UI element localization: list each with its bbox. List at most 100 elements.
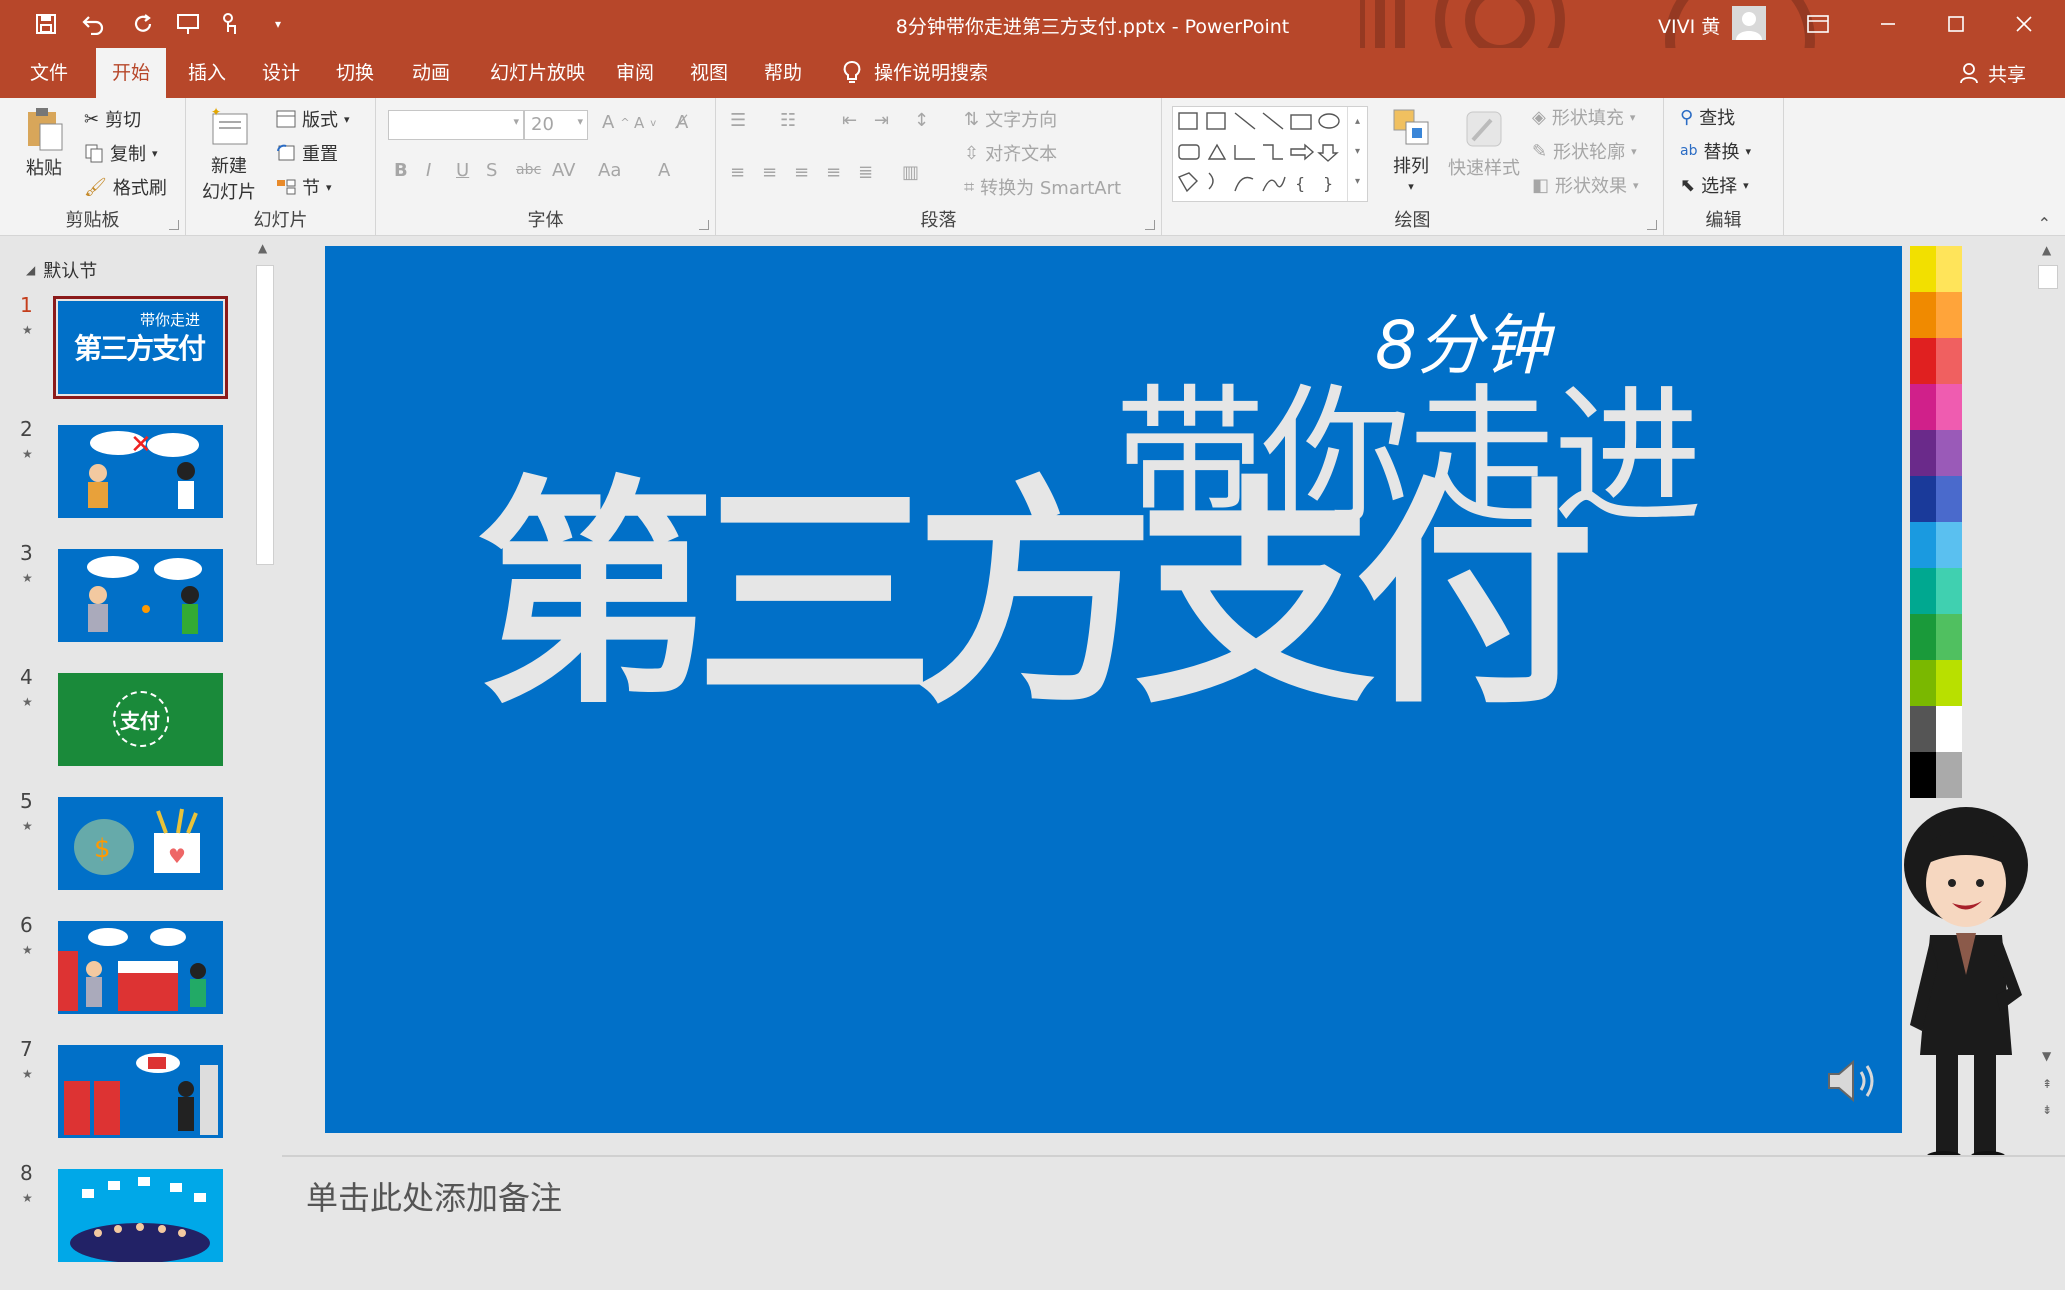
section-button[interactable]: 节 ▾ — [276, 174, 332, 200]
tab-slideshow[interactable]: 幻灯片放映 — [474, 48, 601, 98]
tab-file[interactable]: 文件 — [14, 48, 84, 98]
distributed-icon[interactable]: ≣ — [858, 162, 873, 183]
columns-icon[interactable]: ▥ — [902, 162, 919, 183]
thumb-illustration — [70, 1177, 210, 1262]
clipboard-launcher-icon[interactable] — [169, 220, 179, 230]
tab-help[interactable]: 帮助 — [748, 48, 818, 98]
character-spacing-icon[interactable]: AV — [552, 160, 575, 181]
find-button[interactable]: ⚲ 查找 — [1680, 104, 1735, 130]
slide-thumbnail-5[interactable]: $ ♥ — [58, 797, 223, 890]
layout-button[interactable]: 版式 ▾ — [276, 106, 350, 132]
line-spacing-icon[interactable]: ↕ — [914, 110, 929, 131]
center-icon[interactable]: ≡ — [762, 162, 777, 183]
speaker-icon[interactable] — [1825, 1056, 1881, 1106]
format-painter-button[interactable]: 🖌 格式刷 — [84, 174, 167, 200]
slide-thumbnail-6[interactable] — [58, 921, 223, 1014]
thumbnail-scrollbar[interactable]: ▲ — [252, 237, 278, 1290]
new-slide-button[interactable]: ✦ 新建 幻灯片 — [202, 106, 256, 204]
decrease-indent-icon[interactable]: ⇤ — [842, 110, 857, 131]
shadow-icon[interactable]: S — [486, 160, 497, 181]
scroll-down-icon[interactable]: ▼ — [2042, 1049, 2051, 1063]
arrange-button[interactable]: 排列 ▾ — [1390, 106, 1432, 193]
font-launcher-icon[interactable] — [699, 220, 709, 230]
section-header[interactable]: ◢ 默认节 — [26, 257, 97, 283]
shape-fill-button[interactable]: ◈ 形状填充 ▾ — [1532, 104, 1635, 130]
paragraph-launcher-icon[interactable] — [1145, 220, 1155, 230]
shapes-gallery[interactable]: {} ▴ ▾ ▾ — [1172, 106, 1368, 202]
justify-icon[interactable]: ≡ — [826, 162, 841, 183]
drawing-launcher-icon[interactable] — [1647, 220, 1657, 230]
close-icon[interactable] — [1996, 6, 2052, 42]
increase-indent-icon[interactable]: ⇥ — [874, 110, 889, 131]
notes-placeholder[interactable]: 单击此处添加备注 — [306, 1173, 562, 1219]
tab-review[interactable]: 审阅 — [600, 48, 670, 98]
animation-star-icon: ★ — [22, 447, 33, 461]
strikethrough-icon[interactable]: abc — [516, 162, 541, 178]
copy-button[interactable]: 复制 ▾ — [84, 140, 158, 166]
next-slide-icon[interactable]: ⇟ — [2042, 1103, 2052, 1117]
replace-button[interactable]: ab 替换 ▾ — [1680, 138, 1751, 164]
new-slide-label-2: 幻灯片 — [202, 182, 256, 203]
copy-label: 复制 — [110, 144, 146, 165]
ribbon-display-options-icon[interactable] — [1790, 6, 1846, 42]
grow-font-icon[interactable]: A ^ — [602, 112, 630, 133]
tab-home[interactable]: 开始 — [96, 48, 167, 98]
shrink-font-icon[interactable]: Av — [634, 114, 656, 132]
font-color-icon[interactable]: A — [658, 160, 670, 181]
convert-smartart-button[interactable]: ⌗ 转换为 SmartArt — [964, 174, 1121, 200]
tab-view[interactable]: 视图 — [674, 48, 744, 98]
bold-icon[interactable]: B — [394, 160, 408, 181]
text-direction-button[interactable]: ⇅ 文字方向 — [964, 106, 1057, 132]
current-slide[interactable]: 8分钟 带你走进 第三方支付 — [325, 246, 1902, 1133]
user-name[interactable]: VIVI 黄 — [1658, 12, 1720, 39]
reset-button[interactable]: 重置 — [276, 140, 338, 166]
previous-slide-icon[interactable]: ⇞ — [2042, 1077, 2052, 1091]
maximize-icon[interactable] — [1928, 6, 1984, 42]
scrollbar-thumb[interactable] — [2038, 265, 2058, 289]
collapse-ribbon-icon[interactable]: ⌃ — [2038, 214, 2051, 233]
shape-outline-button[interactable]: ✎ 形状轮廓 ▾ — [1532, 138, 1637, 164]
font-name-combo[interactable]: ▾ — [388, 110, 524, 140]
align-right-icon[interactable]: ≡ — [794, 162, 809, 183]
slide-thumbnail-7[interactable] — [58, 1045, 223, 1138]
slide-thumbnail-3[interactable] — [58, 549, 223, 642]
quick-styles-button[interactable]: 快速样式 — [1448, 106, 1520, 180]
minimize-icon[interactable] — [1860, 6, 1916, 42]
scroll-up-icon[interactable]: ▲ — [258, 241, 267, 255]
gallery-scroll[interactable]: ▴ ▾ ▾ — [1347, 107, 1367, 201]
paste-label: 粘贴 — [26, 158, 62, 179]
slide-thumbnail-4[interactable]: 支付 — [58, 673, 223, 766]
slide-title-text[interactable]: 第三方支付 — [475, 476, 1595, 716]
underline-icon[interactable]: U — [456, 160, 469, 181]
align-left-icon[interactable]: ≡ — [730, 162, 745, 183]
cut-button[interactable]: ✂ 剪切 — [84, 106, 141, 132]
share-button[interactable]: 共享 — [1960, 48, 2026, 98]
clear-formatting-icon[interactable]: A̸ — [676, 112, 688, 133]
tab-insert[interactable]: 插入 — [172, 48, 242, 98]
select-button[interactable]: ⬉ 选择 ▾ — [1680, 172, 1749, 198]
new-slide-label-1: 新建 — [211, 156, 247, 177]
scrollbar-thumb[interactable] — [256, 265, 274, 565]
change-case-icon[interactable]: Aa — [598, 160, 621, 181]
numbering-icon[interactable]: ☷ — [780, 110, 796, 131]
tab-design[interactable]: 设计 — [246, 48, 316, 98]
avatar[interactable] — [1732, 6, 1766, 40]
slide-thumbnail-2[interactable]: ✕ — [58, 425, 223, 518]
align-text-button[interactable]: ⇳ 对齐文本 — [964, 140, 1057, 166]
italic-icon[interactable]: I — [426, 160, 431, 181]
slide-thumbnail-1[interactable]: 带你走进 第三方支付 — [53, 296, 228, 399]
shapes-gallery-icons: {} — [1177, 112, 1340, 193]
slide-thumbnail-8[interactable] — [58, 1169, 223, 1262]
editor-scrollbar[interactable]: ▲ ▼ ⇞ ⇟ — [2032, 237, 2065, 1155]
font-size-combo[interactable]: 20 ▾ — [524, 110, 588, 140]
tab-animations[interactable]: 动画 — [396, 48, 466, 98]
bullets-icon[interactable]: ☰ — [730, 110, 746, 131]
notes-pane[interactable]: 单击此处添加备注 — [282, 1155, 2065, 1290]
tell-me-search[interactable]: 操作说明搜索 — [842, 48, 988, 98]
chevron-down-icon: ▾ — [1633, 178, 1639, 192]
scroll-up-icon[interactable]: ▲ — [2042, 243, 2051, 257]
shape-effects-button[interactable]: ◧ 形状效果 ▾ — [1532, 172, 1639, 198]
tab-transitions[interactable]: 切换 — [320, 48, 390, 98]
animation-star-icon: ★ — [22, 695, 33, 709]
paste-button[interactable]: 粘贴 — [24, 106, 64, 180]
